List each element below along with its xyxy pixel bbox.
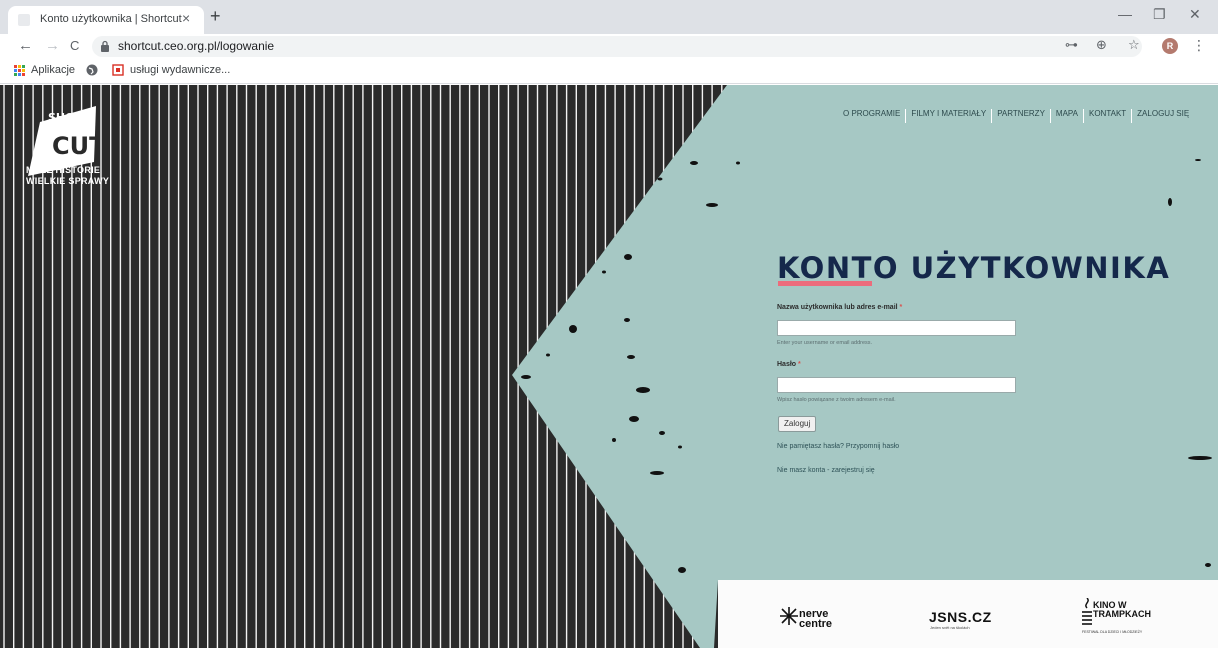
reload-button[interactable]: C (70, 38, 79, 53)
shortcut-logo[interactable]: SHORT CUT (26, 102, 96, 202)
main-navigation: O PROGRAMIE FILMY I MATERIAŁY PARTNERZY … (838, 109, 1194, 123)
star-icon[interactable]: ☆ (1128, 37, 1140, 53)
lock-icon (101, 40, 109, 52)
profile-avatar[interactable]: R (1162, 38, 1178, 54)
url-text: shortcut.ceo.org.pl/logowanie (118, 39, 275, 53)
logo-short: SHORT (48, 111, 90, 124)
jsns-subtitle: Jeden svět na školách (930, 625, 970, 630)
password-hint: Wpisz hasło powiązane z twoim adresem e-… (777, 397, 896, 403)
page-title: KONTO UŻYTKOWNIKA (777, 251, 1171, 285)
username-input[interactable] (777, 320, 1016, 336)
webpage: SHORT CUT MAŁE HISTORIE WIELKIE SPRAWY O… (0, 85, 1218, 648)
bookmark-globe[interactable] (86, 64, 104, 76)
nerve-centre-logo-icon[interactable] (780, 607, 798, 625)
nav-item-filmy[interactable]: FILMY I MATERIAŁY (906, 109, 993, 123)
kino-subtitle: FESTIWAL DLA DZIECI I MŁODZIEŻY (1082, 630, 1143, 634)
bookmarks-bar: Aplikacje usługi wydawnicze... (0, 59, 1218, 84)
tab-title: Konto użytkownika | Shortcut (40, 13, 182, 25)
register-link[interactable]: Nie masz konta - zarejestruj się (777, 467, 875, 474)
browser-tab[interactable]: Konto użytkownika | Shortcut × (8, 6, 204, 34)
nav-item-kontakt[interactable]: KONTAKT (1084, 109, 1133, 123)
password-label: Hasło * (777, 361, 801, 368)
new-tab-button[interactable]: + (210, 6, 221, 27)
key-icon[interactable]: ⊶ (1065, 37, 1078, 53)
back-button[interactable]: ← (18, 37, 33, 54)
jsns-logo[interactable]: JSNS.CZ (929, 609, 992, 625)
nav-item-partnerzy[interactable]: PARTNERZY (992, 109, 1051, 123)
bookmark-apps[interactable]: Aplikacje (14, 64, 75, 76)
logo-tagline-1: MAŁE HISTORIE (26, 165, 101, 175)
address-bar[interactable]: shortcut.ceo.org.pl/logowanie (92, 36, 1142, 57)
bookmark-label: usługi wydawnicze... (130, 64, 231, 76)
nerve-centre-logo[interactable]: nerve centre (799, 609, 832, 630)
username-hint: Enter your username or email address. (777, 340, 873, 346)
close-window-button[interactable]: ✕ (1189, 6, 1201, 23)
page-favicon-icon (18, 14, 30, 26)
username-label: Nazwa użytkownika lub adres e-mail * (777, 304, 903, 311)
title-underline (778, 281, 872, 286)
nav-item-o-programie[interactable]: O PROGRAMIE (838, 109, 907, 123)
globe-icon (86, 64, 98, 76)
apps-grid-icon (14, 64, 25, 76)
kino-logo-icon[interactable] (1082, 598, 1092, 626)
nav-item-mapa[interactable]: MAPA (1051, 109, 1084, 123)
browser-tabstrip: Konto użytkownika | Shortcut × + — ❐ ✕ (0, 0, 1218, 34)
logo-tagline-2: WIELKIE SPRAWY (26, 176, 110, 186)
zoom-icon[interactable]: ⊕ (1096, 37, 1107, 53)
browser-toolbar: ← → C shortcut.ceo.org.pl/logowanie ⊶ ⊕ … (0, 34, 1218, 59)
password-input[interactable] (777, 377, 1016, 393)
maximize-button[interactable]: ❐ (1153, 6, 1166, 23)
forward-button[interactable]: → (45, 37, 60, 54)
teal-panel (512, 85, 1218, 648)
tab-close-icon[interactable]: × (182, 10, 190, 26)
bookmark-uslugi[interactable]: usługi wydawnicze... (112, 64, 230, 76)
minimize-button[interactable]: — (1118, 6, 1132, 22)
menu-icon[interactable]: ⋮ (1192, 37, 1206, 54)
bookmark-page-icon (112, 64, 124, 76)
logo-cut: CUT (52, 132, 96, 160)
bookmark-label: Aplikacje (31, 64, 76, 76)
login-button[interactable]: Zaloguj (778, 416, 817, 432)
nav-item-zaloguj[interactable]: ZALOGUJ SIĘ (1132, 109, 1194, 123)
forgot-password-link[interactable]: Nie pamiętasz hasła? Przypomnij hasło (777, 443, 899, 450)
kino-w-trampkach-logo[interactable]: KINO W TRAMPKACH (1093, 601, 1151, 619)
